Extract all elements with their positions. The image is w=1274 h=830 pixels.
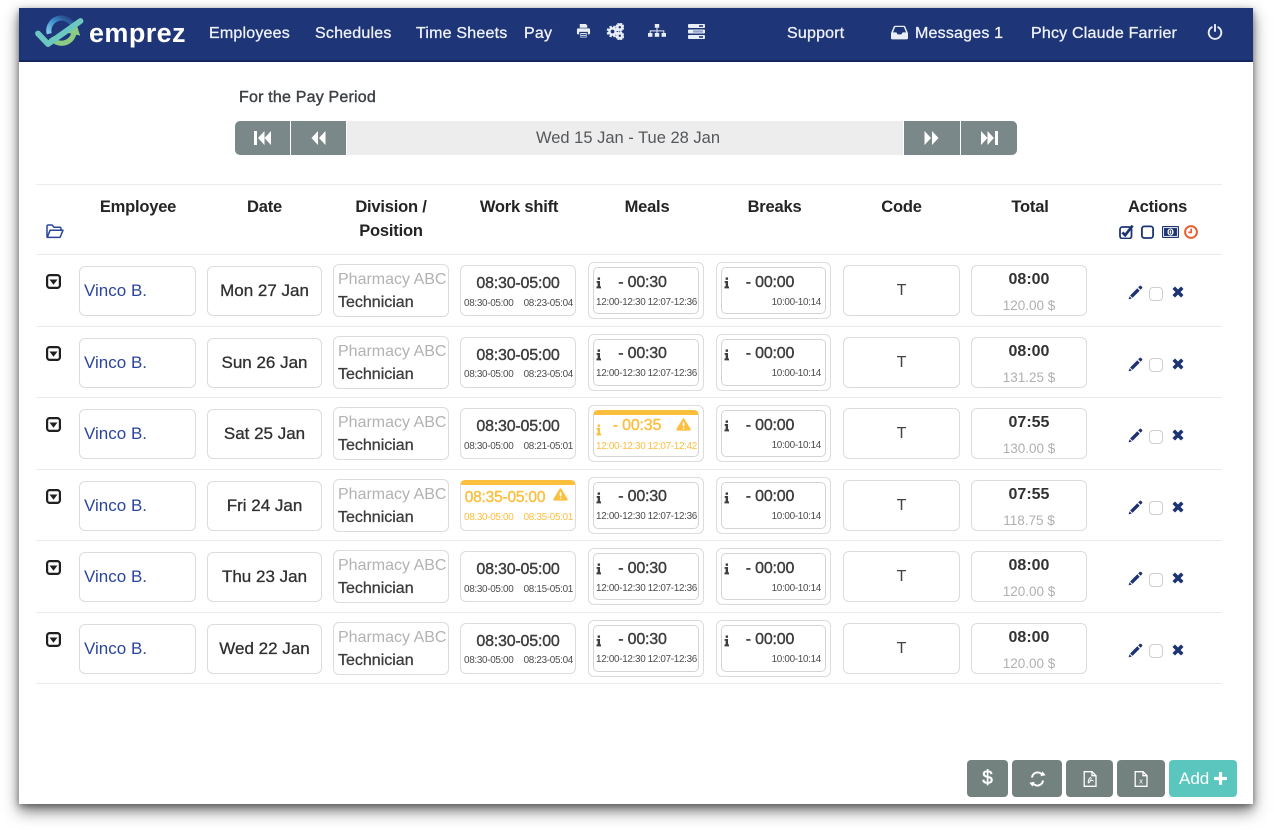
svg-text:0: 0	[1169, 230, 1173, 237]
svg-text:x: x	[1139, 776, 1143, 785]
